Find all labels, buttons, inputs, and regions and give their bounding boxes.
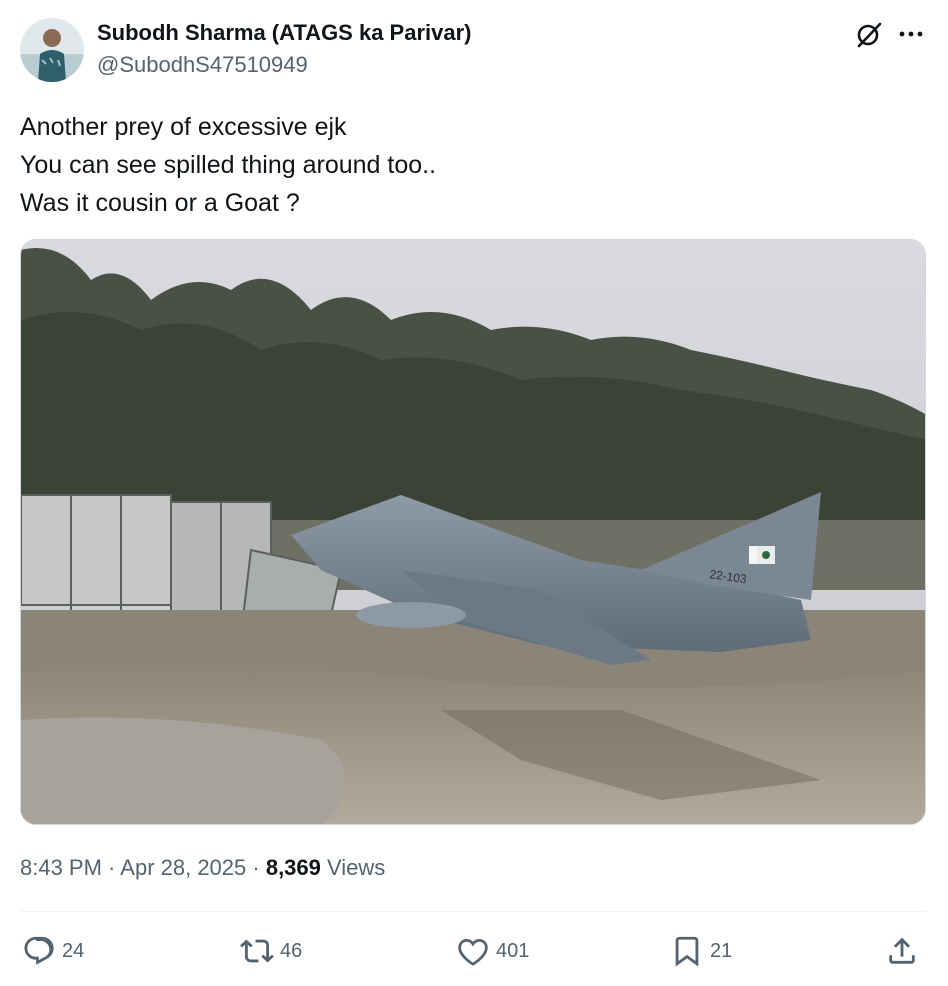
post-text: Another prey of excessive ejk You can se…	[20, 108, 436, 222]
repost-icon	[240, 939, 274, 963]
meta-separator: ·	[246, 855, 266, 880]
author-handle[interactable]: @SubodhS47510949	[97, 52, 308, 78]
author-avatar[interactable]	[20, 18, 84, 82]
like-button[interactable]: 401	[456, 932, 529, 970]
divider	[20, 911, 926, 912]
post-text-line: Was it cousin or a Goat ?	[20, 189, 300, 217]
views-count: 8,369	[265, 855, 321, 880]
repost-count: 46	[280, 939, 303, 962]
post-meta: 8:43 PM · Apr 28, 2025 · 8,369 Views	[20, 855, 385, 881]
heart-icon	[458, 938, 488, 966]
bookmark-button[interactable]: 21	[670, 932, 732, 970]
author-display-name[interactable]: Subodh Sharma (ATAGS ka Parivar)	[97, 20, 472, 46]
bookmark-icon	[675, 936, 699, 967]
grok-icon[interactable]	[854, 20, 884, 50]
share-icon	[889, 937, 915, 964]
post-text-line: You can see spilled thing around too..	[20, 151, 437, 179]
meta-separator: ·	[101, 855, 121, 880]
post-image[interactable]: 22-103	[20, 239, 926, 825]
repost-button[interactable]: 46	[240, 932, 302, 970]
post-date[interactable]: Apr 28, 2025	[120, 855, 246, 880]
more-options-icon[interactable]	[896, 20, 926, 50]
bookmark-count: 21	[710, 939, 733, 962]
post-text-line: Another prey of excessive ejk	[20, 113, 347, 141]
reply-button[interactable]: 24	[22, 932, 84, 970]
views-label: Views	[320, 855, 386, 880]
reply-count: 24	[62, 939, 85, 962]
reply-icon	[24, 936, 54, 965]
post-time[interactable]: 8:43 PM	[20, 855, 102, 880]
share-button[interactable]	[885, 932, 925, 970]
like-count: 401	[496, 939, 530, 962]
